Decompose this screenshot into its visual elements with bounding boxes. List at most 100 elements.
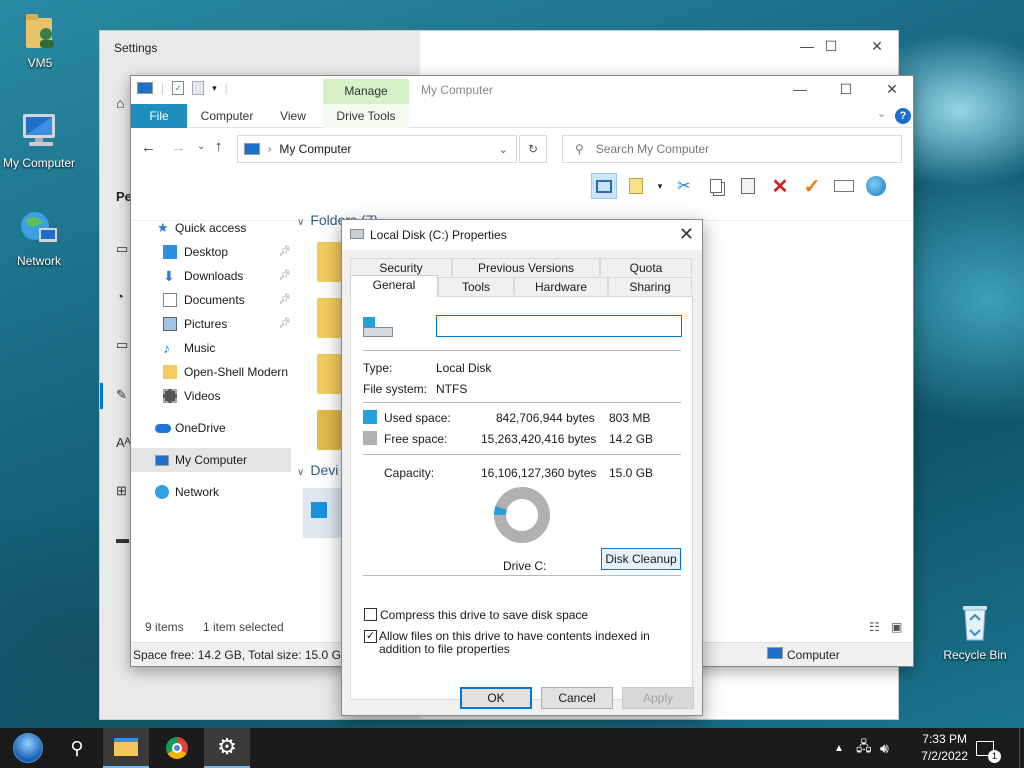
customize-toolbar-icon[interactable]: ▾ <box>212 83 217 94</box>
notification-center-icon[interactable]: 1 <box>976 728 1001 768</box>
properties-icon[interactable]: ✓ <box>172 81 185 95</box>
back-arrow-icon[interactable]: ← <box>141 139 156 156</box>
devices-section-header[interactable]: ∨ Devi <box>297 462 338 478</box>
taskbar-file-explorer[interactable] <box>103 728 149 768</box>
nav-open-shell[interactable]: Open-Shell Modern <box>131 360 291 384</box>
address-bar[interactable]: › My Computer ⌄ <box>237 135 517 163</box>
tab-quota[interactable]: Quota <box>600 258 692 276</box>
address-dropdown-icon[interactable]: ⌄ <box>499 143 508 156</box>
explorer-close-button[interactable]: ✕ <box>869 74 915 104</box>
dialog-close-button[interactable]: ✕ <box>679 224 694 245</box>
tab-general[interactable]: General <box>350 275 438 297</box>
show-desktop-button[interactable] <box>1019 728 1024 768</box>
refresh-button[interactable]: ↻ <box>519 135 547 163</box>
new-item-dropdown-icon[interactable]: ▾ <box>655 173 665 199</box>
nav-downloads[interactable]: ⬇ Downloads 📌︎ <box>131 264 291 288</box>
tab-view[interactable]: View <box>271 104 315 128</box>
tab-file[interactable]: File <box>131 104 187 128</box>
preview-pane-icon[interactable] <box>591 173 617 199</box>
taskbar-settings-icon[interactable]: ▬ <box>116 531 129 546</box>
home-icon[interactable]: ⌂ <box>116 95 124 111</box>
start-button[interactable] <box>4 728 52 768</box>
nav-my-computer[interactable]: My Computer <box>131 448 291 472</box>
search-input[interactable]: ⚲ Search My Computer <box>562 135 902 163</box>
apply-check-icon[interactable]: ✓ <box>799 173 825 199</box>
forward-arrow-icon[interactable]: → <box>171 139 186 156</box>
nav-videos[interactable]: Videos <box>131 384 291 408</box>
nav-quick-access[interactable]: ★ Quick access <box>131 216 291 240</box>
recent-locations-icon[interactable]: ⌄ <box>197 141 205 152</box>
nav-network[interactable]: Network <box>131 480 291 504</box>
folder-thumbnail[interactable] <box>317 298 341 338</box>
desktop-icon-vm5[interactable]: VM5 <box>0 8 80 70</box>
desktop-icon-my-computer[interactable]: My Computer <box>0 108 79 170</box>
nav-onedrive[interactable]: OneDrive <box>131 416 291 440</box>
taskbar-settings[interactable]: ⚙ <box>204 728 250 768</box>
show-hidden-icons[interactable]: ▲ <box>834 728 844 768</box>
nav-documents[interactable]: Documents 📌︎ <box>131 288 291 312</box>
nav-desktop[interactable]: Desktop 📌︎ <box>131 240 291 264</box>
cut-icon[interactable]: ✂ <box>671 173 697 199</box>
drive-c-tile[interactable] <box>303 488 343 538</box>
start-icon[interactable]: ⊞ <box>116 483 127 499</box>
palette-icon[interactable]: ◔ <box>116 289 124 304</box>
folder-thumbnail[interactable] <box>317 242 341 282</box>
tab-previous-versions[interactable]: Previous Versions <box>452 258 600 276</box>
settings-close-button[interactable]: ✕ <box>854 31 900 61</box>
compress-checkbox[interactable] <box>364 608 377 621</box>
network-globe-icon <box>155 485 169 499</box>
folder-thumbnail[interactable] <box>317 410 341 450</box>
desktop-icon-network[interactable]: Network <box>0 206 79 268</box>
delete-icon[interactable]: ✕ <box>767 173 793 199</box>
folder-icon <box>163 365 177 379</box>
rename-icon[interactable] <box>831 173 857 199</box>
windows-logo-icon <box>311 502 327 518</box>
new-folder-icon[interactable] <box>192 81 205 95</box>
apply-button[interactable]: Apply <box>622 687 694 709</box>
pin-icon[interactable]: 📌︎ <box>278 312 291 336</box>
up-arrow-icon[interactable]: ↑ <box>215 138 223 155</box>
globe-icon[interactable] <box>863 173 889 199</box>
copy-icon[interactable] <box>703 173 729 199</box>
lock-screen-icon[interactable]: ▭ <box>116 337 128 353</box>
desktop-icon-recycle-bin[interactable]: Recycle Bin <box>935 600 1015 662</box>
image-icon[interactable]: ▭ <box>116 241 128 257</box>
manage-contextual-tab[interactable]: Manage <box>323 79 409 104</box>
folder-thumbnail[interactable] <box>317 354 341 394</box>
divider <box>363 575 681 576</box>
large-icons-view-icon[interactable]: ▣ <box>891 616 902 638</box>
network-tray-icon[interactable]: 🖧︎ <box>856 728 872 768</box>
disk-cleanup-button[interactable]: Disk Cleanup <box>601 548 681 570</box>
volume-icon[interactable]: 🔊︎ <box>880 728 889 768</box>
tab-hardware[interactable]: Hardware <box>514 277 608 295</box>
drive-name-input[interactable] <box>436 315 682 337</box>
ribbon-expand-icon[interactable]: ⌄ <box>877 107 886 120</box>
new-item-icon[interactable] <box>623 173 649 199</box>
search-button[interactable]: ⚲ <box>54 728 100 768</box>
nav-label: Network <box>175 485 220 499</box>
tab-tools[interactable]: Tools <box>438 277 514 295</box>
tab-sharing[interactable]: Sharing <box>608 277 692 295</box>
clock[interactable]: 7:33 PM 7/2/2022 <box>921 731 968 765</box>
pin-icon[interactable]: 📌︎ <box>278 288 291 312</box>
settings-maximize-button[interactable]: ☐ <box>808 31 854 61</box>
pen-icon[interactable]: ✎ <box>116 387 127 403</box>
type-value: Local Disk <box>436 361 492 375</box>
nav-pictures[interactable]: Pictures 📌︎ <box>131 312 291 336</box>
tab-computer[interactable]: Computer <box>195 104 259 128</box>
cancel-button[interactable]: Cancel <box>541 687 613 709</box>
index-checkbox[interactable]: ✓ <box>364 630 377 643</box>
tab-drive-tools[interactable]: Drive Tools <box>323 104 409 128</box>
explorer-maximize-button[interactable]: ☐ <box>823 74 869 104</box>
ok-button[interactable]: OK <box>460 687 532 709</box>
tab-security[interactable]: Security <box>350 258 452 276</box>
paste-icon[interactable] <box>735 173 761 199</box>
nav-music[interactable]: ♪ Music <box>131 336 291 360</box>
help-icon[interactable]: ? <box>895 108 911 124</box>
taskbar-chrome[interactable] <box>154 728 200 768</box>
fonts-icon[interactable]: Aᴬ <box>116 435 131 450</box>
details-view-icon[interactable]: ☷ <box>869 616 880 638</box>
pin-icon[interactable]: 📌︎ <box>278 240 291 264</box>
explorer-minimize-button[interactable]: — <box>777 74 823 104</box>
pin-icon[interactable]: 📌︎ <box>278 264 291 288</box>
